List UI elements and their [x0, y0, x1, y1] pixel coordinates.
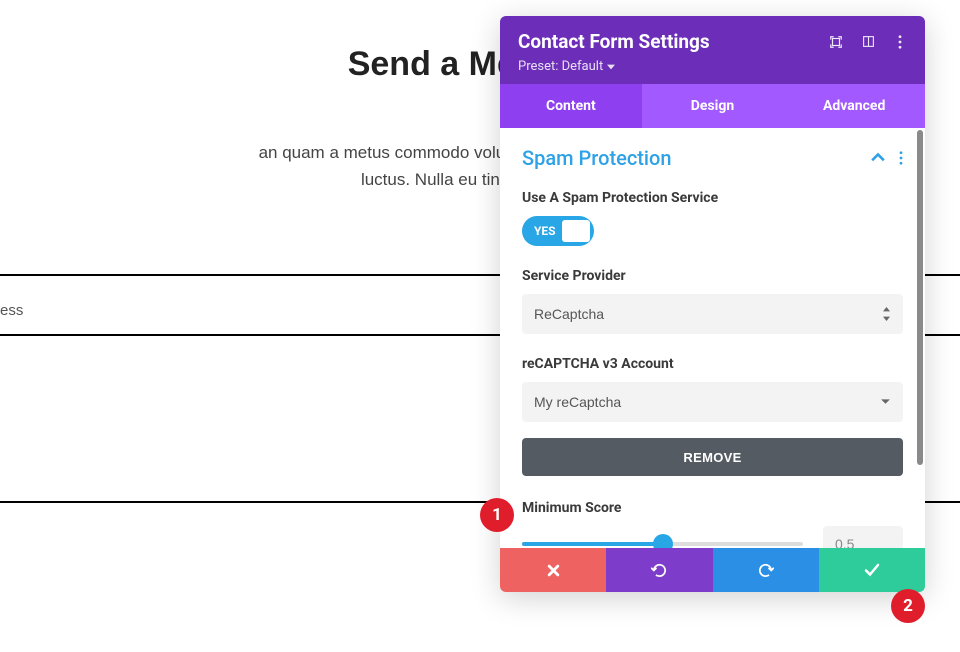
min-score-slider[interactable]: [522, 534, 803, 548]
min-score-label: Minimum Score: [522, 500, 903, 516]
save-button[interactable]: [819, 548, 925, 592]
panel-scrollbar[interactable]: [917, 130, 923, 465]
settings-panel: Spam Protection Use A Spam Protection Se…: [500, 128, 925, 548]
section-title: Spam Protection: [522, 146, 672, 170]
modal-title: Contact Form Settings: [518, 30, 710, 53]
slider-thumb[interactable]: [655, 536, 671, 548]
section-header: Spam Protection: [522, 146, 903, 170]
spam-toggle-label: Use A Spam Protection Service: [522, 190, 903, 206]
remove-button[interactable]: REMOVE: [522, 438, 903, 476]
tab-content[interactable]: Content: [500, 84, 642, 128]
modal-header: Contact Form Settings Preset: Default: [500, 16, 925, 84]
expand-icon[interactable]: [829, 35, 843, 49]
caret-down-icon: [607, 63, 615, 71]
toggle-yes-label: YES: [534, 224, 556, 238]
toggle-thumb: [562, 220, 590, 242]
redo-icon: [757, 562, 774, 579]
header-icons: [829, 35, 907, 49]
cancel-button[interactable]: [500, 548, 606, 592]
kebab-menu-icon[interactable]: [893, 35, 907, 49]
check-icon: [864, 562, 880, 578]
min-score-value[interactable]: [823, 526, 903, 548]
email-placeholder: ess: [0, 302, 23, 319]
modal-tabs: Content Design Advanced: [500, 84, 925, 128]
collapse-icon[interactable]: [871, 151, 885, 165]
account-label: reCAPTCHA v3 Account: [522, 356, 903, 372]
slider-fill: [522, 542, 663, 546]
provider-label: Service Provider: [522, 268, 903, 284]
undo-button[interactable]: [606, 548, 712, 592]
spam-protection-toggle[interactable]: YES: [522, 216, 594, 246]
close-icon: [547, 564, 560, 577]
tab-advanced[interactable]: Advanced: [783, 84, 925, 128]
annotation-step-2: 2: [891, 589, 925, 623]
provider-select[interactable]: [522, 294, 903, 334]
section-menu-icon[interactable]: [899, 151, 903, 165]
redo-button[interactable]: [713, 548, 819, 592]
preset-label: Preset: Default: [518, 59, 603, 74]
annotation-step-1: 1: [480, 498, 514, 532]
undo-icon: [651, 562, 668, 579]
settings-modal: Contact Form Settings Preset: Default Co…: [500, 16, 925, 592]
tab-design[interactable]: Design: [642, 84, 784, 128]
preset-selector[interactable]: Preset: Default: [518, 59, 907, 74]
columns-icon[interactable]: [861, 35, 875, 49]
modal-footer: [500, 548, 925, 592]
account-select[interactable]: [522, 382, 903, 422]
